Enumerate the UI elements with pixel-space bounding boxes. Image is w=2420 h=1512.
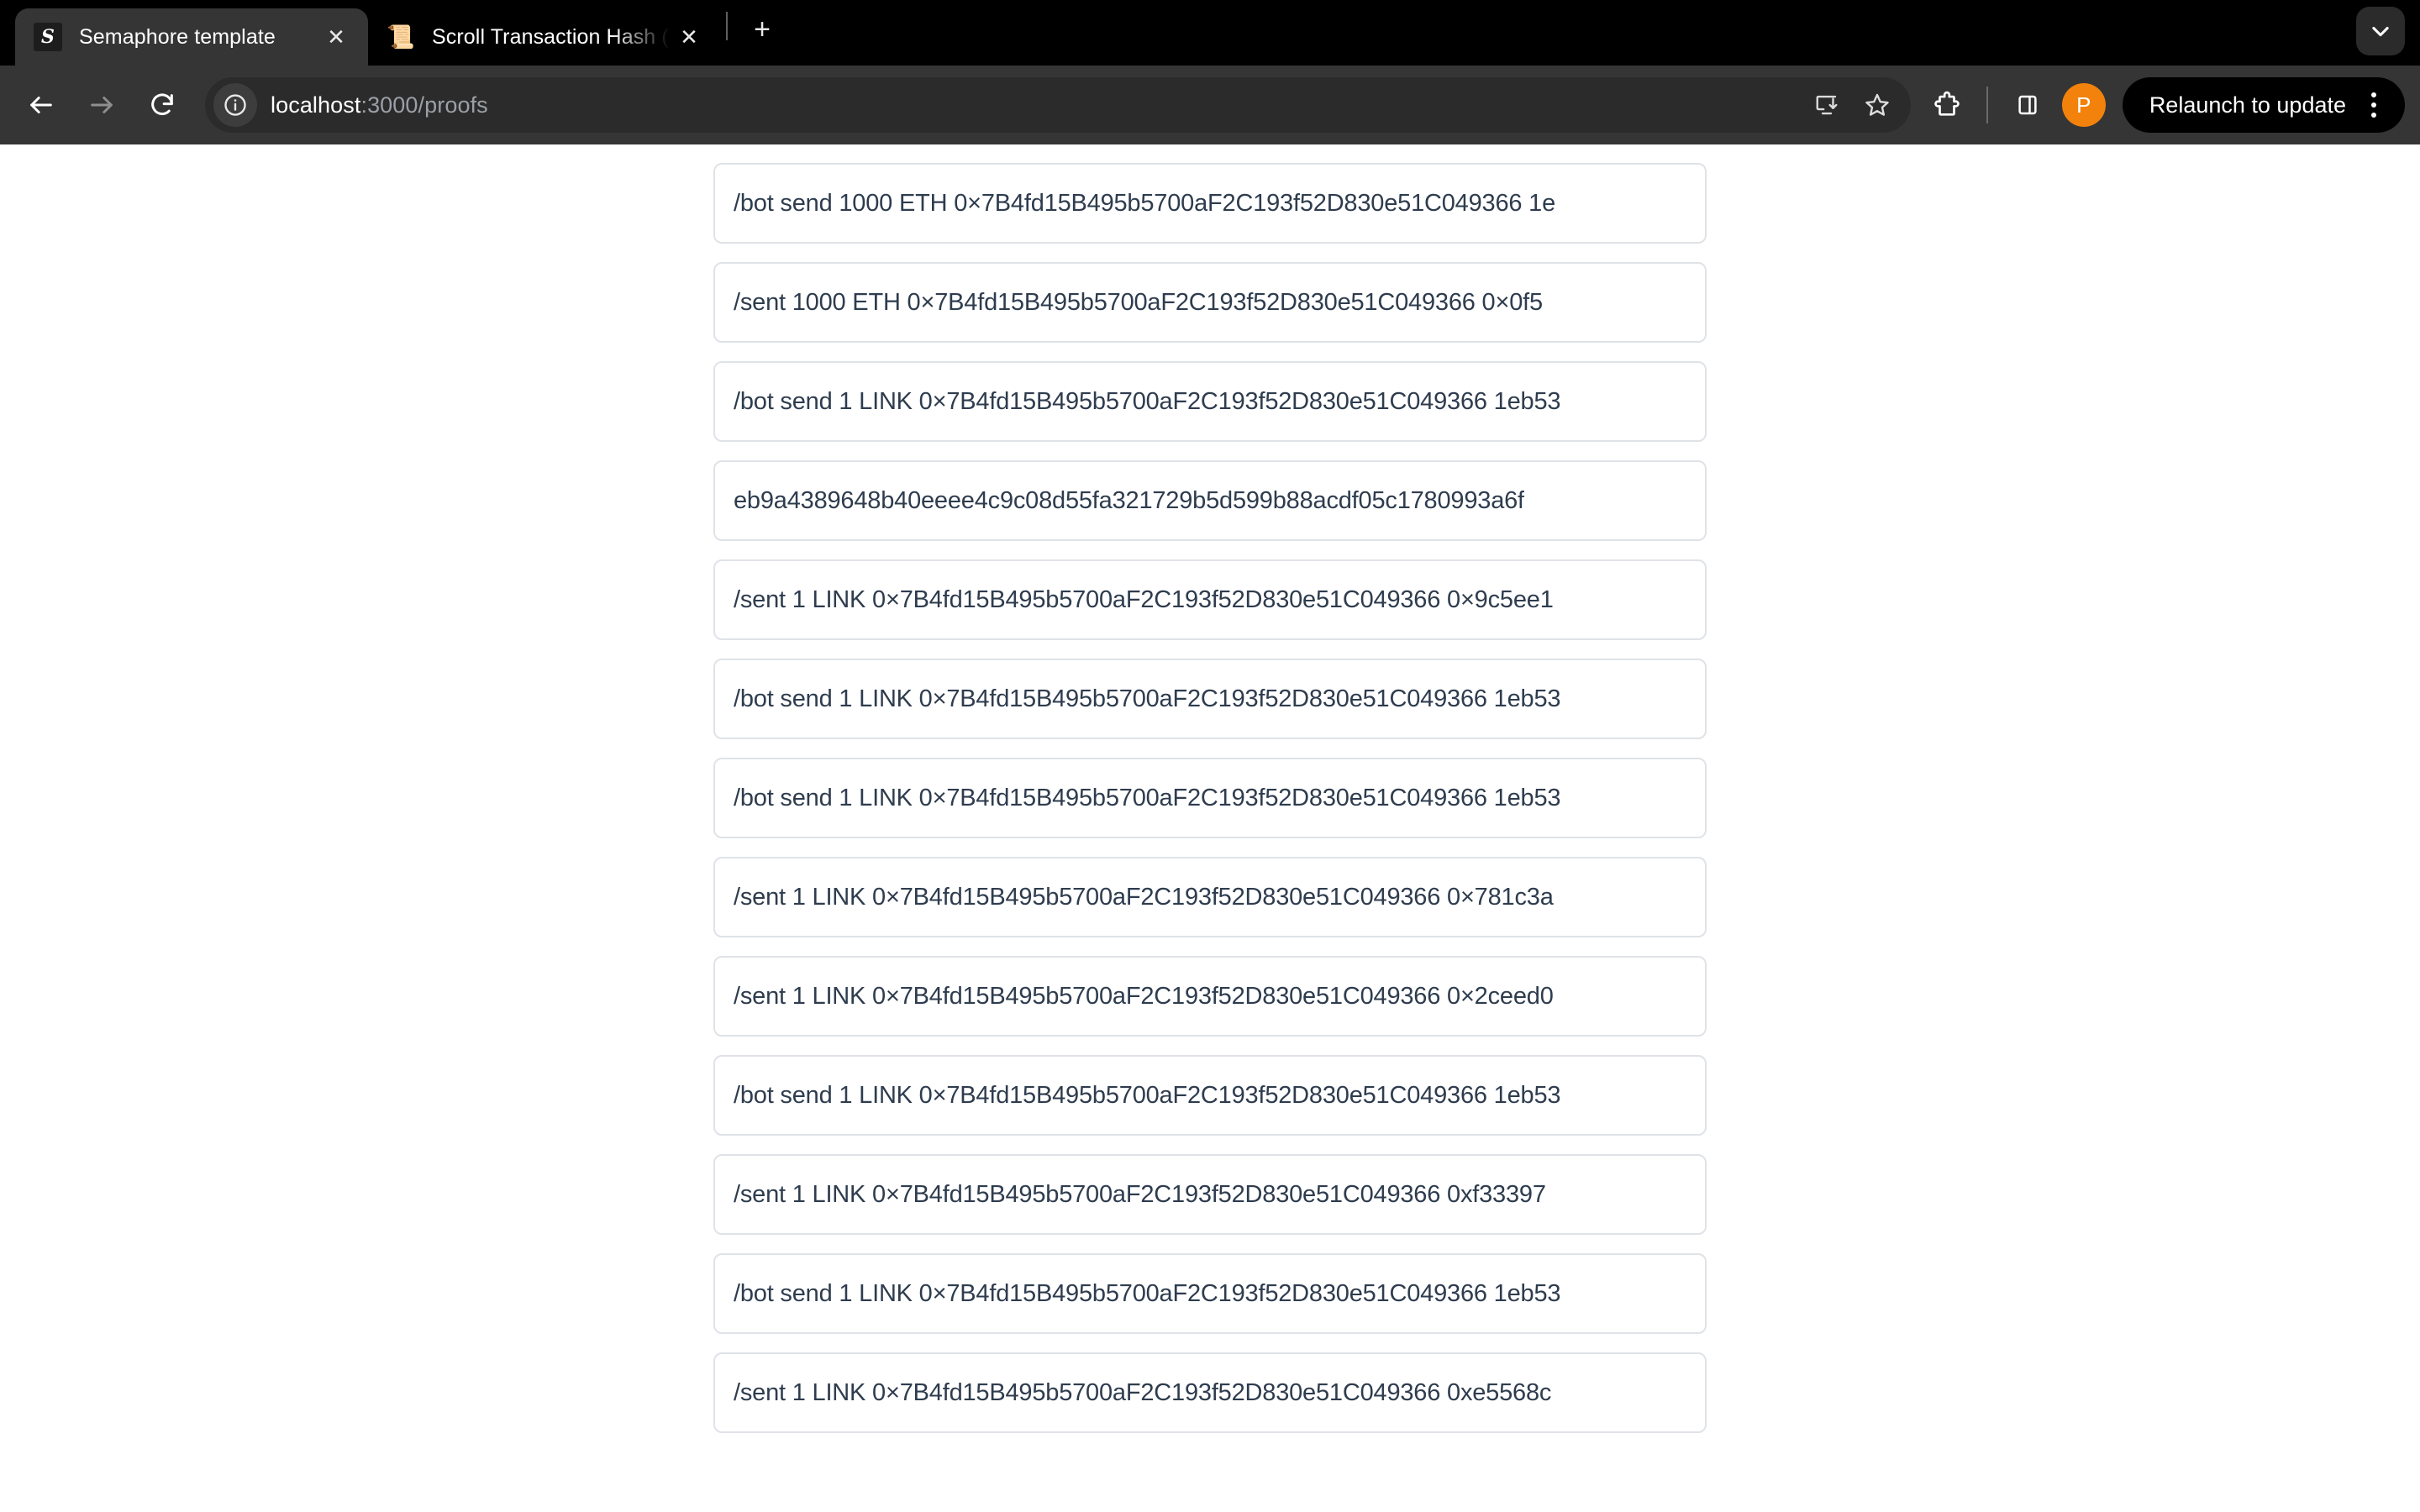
url-text: localhost:3000/proofs	[271, 92, 1803, 118]
tab-close-button[interactable]: ✕	[671, 18, 708, 55]
star-icon[interactable]	[1854, 81, 1901, 129]
url-host: localhost	[271, 92, 361, 118]
tab-separator	[726, 11, 728, 40]
url-path: :3000/proofs	[360, 92, 488, 118]
install-app-icon[interactable]	[1803, 81, 1850, 129]
scroll-favicon-glyph: 📜	[387, 24, 415, 50]
proof-text: /sent 1 LINK 0×7B4fd15B495b5700aF2C193f5…	[734, 1180, 1546, 1208]
puzzle-piece-icon[interactable]	[1923, 81, 1971, 129]
list-item[interactable]: /bot send 1000 ETH 0×7B4fd15B495b5700aF2…	[713, 163, 1707, 244]
semaphore-favicon-glyph: S	[34, 23, 62, 51]
proof-text: /sent 1 LINK 0×7B4fd15B495b5700aF2C193f5…	[734, 883, 1554, 911]
side-panel-icon[interactable]	[2003, 81, 2052, 129]
relaunch-to-update-button[interactable]: Relaunch to update	[2122, 77, 2405, 133]
page-viewport: /bot send 1000 ETH 0×7B4fd15B495b5700aF2…	[0, 144, 2420, 1512]
proof-text: /bot send 1 LINK 0×7B4fd15B495b5700aF2C1…	[734, 784, 1561, 811]
tab-close-button[interactable]: ✕	[318, 18, 355, 55]
omnibox-actions	[1803, 81, 1901, 129]
proof-text: /bot send 1000 ETH 0×7B4fd15B495b5700aF2…	[734, 189, 1556, 217]
proof-text: /bot send 1 LINK 0×7B4fd15B495b5700aF2C1…	[734, 1081, 1561, 1109]
proof-text: /sent 1 LINK 0×7B4fd15B495b5700aF2C193f5…	[734, 585, 1554, 613]
toolbar-right-actions: P Relaunch to update	[1923, 77, 2405, 133]
proof-text: /bot send 1 LINK 0×7B4fd15B495b5700aF2C1…	[734, 387, 1561, 415]
proof-text: /sent 1 LINK 0×7B4fd15B495b5700aF2C193f5…	[734, 1378, 1552, 1406]
list-item[interactable]: /sent 1 LINK 0×7B4fd15B495b5700aF2C193f5…	[713, 956, 1707, 1037]
list-item[interactable]: /sent 1 LINK 0×7B4fd15B495b5700aF2C193f5…	[713, 559, 1707, 640]
proof-text: /sent 1000 ETH 0×7B4fd15B495b5700aF2C193…	[734, 288, 1543, 316]
chevron-down-icon[interactable]	[2356, 7, 2405, 55]
proof-list: /bot send 1000 ETH 0×7B4fd15B495b5700aF2…	[713, 144, 1707, 1433]
toolbar-divider	[1986, 87, 1988, 123]
list-item[interactable]: /sent 1 LINK 0×7B4fd15B495b5700aF2C193f5…	[713, 857, 1707, 937]
tab-strip: S Semaphore template ✕ 📜 Scroll Transact…	[0, 0, 2420, 66]
three-dot-menu-icon[interactable]	[2351, 82, 2396, 128]
info-circle-icon[interactable]	[213, 83, 257, 127]
address-bar[interactable]: localhost:3000/proofs	[205, 77, 1911, 133]
list-item[interactable]: eb9a4389648b40eeee4c9c08d55fa321729b5d59…	[713, 460, 1707, 541]
list-item[interactable]: /bot send 1 LINK 0×7B4fd15B495b5700aF2C1…	[713, 1253, 1707, 1334]
avatar[interactable]: P	[2061, 83, 2106, 127]
relaunch-label: Relaunch to update	[2149, 92, 2346, 118]
semaphore-favicon: S	[34, 23, 62, 51]
new-tab-button[interactable]: +	[739, 7, 785, 52]
tab-scroll-transaction-hash[interactable]: 📜 Scroll Transaction Hash (Txha ✕	[368, 8, 721, 66]
list-item[interactable]: /bot send 1 LINK 0×7B4fd15B495b5700aF2C1…	[713, 659, 1707, 739]
forward-arrow-icon	[76, 79, 128, 131]
back-arrow-icon[interactable]	[15, 79, 67, 131]
list-item[interactable]: /bot send 1 LINK 0×7B4fd15B495b5700aF2C1…	[713, 361, 1707, 442]
proof-text: /sent 1 LINK 0×7B4fd15B495b5700aF2C193f5…	[734, 982, 1554, 1010]
browser-window: S Semaphore template ✕ 📜 Scroll Transact…	[0, 0, 2420, 1512]
list-item[interactable]: /sent 1000 ETH 0×7B4fd15B495b5700aF2C193…	[713, 262, 1707, 343]
proof-text: /bot send 1 LINK 0×7B4fd15B495b5700aF2C1…	[734, 1279, 1561, 1307]
tab-semaphore-template[interactable]: S Semaphore template ✕	[15, 8, 368, 66]
proof-text: /bot send 1 LINK 0×7B4fd15B495b5700aF2C1…	[734, 685, 1561, 712]
tab-title: Scroll Transaction Hash (Txha	[432, 24, 671, 49]
list-item[interactable]: /sent 1 LINK 0×7B4fd15B495b5700aF2C193f5…	[713, 1154, 1707, 1235]
list-item[interactable]: /sent 1 LINK 0×7B4fd15B495b5700aF2C193f5…	[713, 1352, 1707, 1433]
reload-icon[interactable]	[136, 79, 188, 131]
browser-toolbar: localhost:3000/proofs P Relaunch to upda…	[0, 66, 2420, 144]
scroll-favicon: 📜	[387, 23, 415, 51]
list-item[interactable]: /bot send 1 LINK 0×7B4fd15B495b5700aF2C1…	[713, 1055, 1707, 1136]
proof-text: eb9a4389648b40eeee4c9c08d55fa321729b5d59…	[734, 486, 1524, 514]
tab-title: Semaphore template	[79, 24, 276, 49]
list-item[interactable]: /bot send 1 LINK 0×7B4fd15B495b5700aF2C1…	[713, 758, 1707, 838]
